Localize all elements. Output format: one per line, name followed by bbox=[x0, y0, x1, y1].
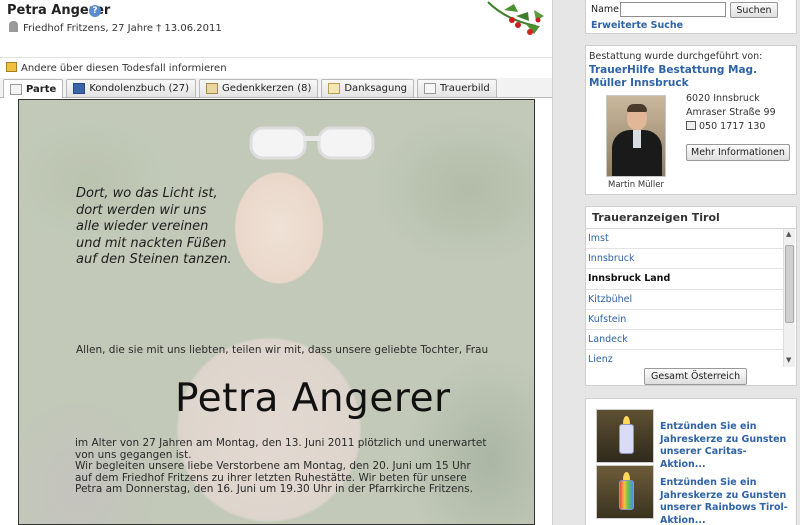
cemetery-text: Friedhof Fritzens, 27 Jahre † 13.06.2011 bbox=[23, 23, 222, 34]
candle-icon bbox=[206, 83, 219, 94]
region-item-lienz[interactable]: Lienz bbox=[586, 350, 783, 367]
region-item-innsbruck-land[interactable]: Innsbruck Land bbox=[586, 269, 783, 290]
address-phone: 050 1717 130 bbox=[686, 120, 776, 134]
inform-others-label: Andere über diesen Todesfall informieren bbox=[21, 63, 227, 74]
tab-label: Danksagung bbox=[344, 83, 408, 94]
notice-body: im Alter von 27 Jahren am Montag, den 13… bbox=[75, 437, 530, 496]
tab-bar: Parte Kondolenzbuch (27) Gedenkkerzen (8… bbox=[0, 78, 552, 98]
thanks-icon bbox=[328, 83, 341, 94]
inform-others-link[interactable]: Andere über diesen Todesfall informieren bbox=[0, 58, 552, 78]
tab-gedenkkerzen[interactable]: Gedenkkerzen (8) bbox=[199, 79, 319, 97]
sunglasses-image bbox=[249, 126, 375, 160]
portrait-shirt bbox=[633, 130, 641, 148]
regions-scrollbar[interactable]: ▲ ▼ bbox=[783, 229, 795, 367]
candle-promo-link[interactable]: Entzünden Sie ein Jahreskerze zu Gunsten… bbox=[660, 477, 792, 525]
poem-line: dort werden wir uns bbox=[76, 202, 207, 218]
scroll-down-icon[interactable]: ▼ bbox=[786, 356, 791, 364]
undertaker-name-link[interactable]: TrauerHilfe Bestattung Mag. Müller Innsb… bbox=[589, 64, 789, 90]
candle-promo-rainbows: Entzünden Sie ein Jahreskerze zu Gunsten… bbox=[596, 465, 794, 525]
phone-number: 050 1717 130 bbox=[699, 121, 766, 132]
portrait-hair bbox=[627, 104, 647, 112]
region-item-innsbruck[interactable]: Innsbruck bbox=[586, 249, 783, 270]
undertaker-intro: Bestattung wurde durchgeführt von: bbox=[589, 51, 763, 62]
tab-label: Trauerbild bbox=[440, 83, 490, 94]
page-header: Petra Angerer ? Friedhof Fritzens, 27 Ja… bbox=[0, 0, 552, 58]
phone-icon bbox=[686, 121, 696, 130]
scrollbar-thumb[interactable] bbox=[785, 245, 794, 323]
search-label: Name: bbox=[591, 4, 623, 15]
tab-label: Parte bbox=[26, 83, 57, 95]
candle-icon bbox=[619, 480, 634, 510]
notice-body-line: im Alter von 27 Jahren am Montag, den 13… bbox=[75, 437, 487, 449]
poem-line: auf den Steinen tanzen. bbox=[76, 252, 232, 267]
picture-icon bbox=[424, 83, 437, 94]
all-austria-button[interactable]: Gesamt Österreich bbox=[644, 368, 748, 385]
poem: Dort, wo das Licht ist, dort werden wir … bbox=[76, 186, 232, 269]
cemetery-info: Friedhof Fritzens, 27 Jahre † 13.06.2011 bbox=[9, 21, 222, 34]
advanced-search-link[interactable]: Erweiterte Suche bbox=[591, 20, 683, 31]
address-street: Amraser Straße 99 bbox=[686, 107, 776, 118]
poem-line: alle wieder vereinen bbox=[76, 219, 209, 234]
book-icon bbox=[73, 83, 86, 94]
poem-line: und mit nackten Füßen bbox=[76, 235, 227, 251]
main-column: Petra Angerer ? Friedhof Fritzens, 27 Ja… bbox=[0, 0, 553, 525]
sidebar: Name: Suchen Erweiterte Suche Bestattung… bbox=[553, 0, 800, 525]
search-button[interactable]: Suchen bbox=[730, 2, 778, 18]
region-item-kufstein[interactable]: Kufstein bbox=[586, 310, 783, 330]
tab-content: Dort, wo das Licht ist, dort werden wir … bbox=[0, 99, 552, 525]
tab-kondolenzbuch[interactable]: Kondolenzbuch (27) bbox=[66, 79, 197, 97]
notice-body-line: Petra am Donnerstag, den 16. Juni um 19.… bbox=[75, 483, 473, 496]
tab-parte[interactable]: Parte bbox=[3, 79, 64, 98]
candles-panel: Entzünden Sie ein Jahreskerze zu Gunsten… bbox=[585, 398, 797, 525]
holly-decoration-icon bbox=[487, 1, 544, 35]
notice-icon bbox=[10, 83, 22, 95]
region-item-kitzbuehel[interactable]: Kitzbühel bbox=[586, 290, 783, 310]
tab-label: Gedenkkerzen (8) bbox=[222, 83, 312, 94]
portrait-caption: Martin Müller bbox=[608, 180, 664, 190]
region-item-landeck[interactable]: Landeck bbox=[586, 330, 783, 351]
deceased-name: Petra Angerer bbox=[175, 376, 451, 421]
tab-label: Kondolenzbuch (27) bbox=[89, 83, 190, 94]
region-item-imst[interactable]: Imst bbox=[586, 229, 783, 250]
tab-trauerbild[interactable]: Trauerbild bbox=[417, 79, 497, 97]
gravestone-icon bbox=[9, 21, 18, 32]
envelope-icon bbox=[6, 62, 17, 72]
candle-promo-link[interactable]: Entzünden Sie ein Jahreskerze zu Gunsten… bbox=[660, 421, 792, 471]
regions-title: Traueranzeigen Tirol bbox=[586, 207, 796, 229]
scroll-up-icon[interactable]: ▲ bbox=[786, 230, 791, 238]
help-icon[interactable]: ? bbox=[89, 5, 101, 17]
more-info-button[interactable]: Mehr Informationen bbox=[686, 144, 790, 161]
notice-intro: Allen, die sie mit uns liebten, teilen w… bbox=[76, 344, 489, 356]
candle-icon bbox=[619, 424, 634, 454]
candle-thumbnail[interactable] bbox=[596, 465, 654, 519]
search-panel: Name: Suchen Erweiterte Suche bbox=[585, 0, 797, 34]
undertaker-panel: Bestattung wurde durchgeführt von: Traue… bbox=[585, 45, 797, 195]
undertaker-portrait bbox=[606, 95, 666, 177]
candle-thumbnail[interactable] bbox=[596, 409, 654, 463]
undertaker-address: 6020 Innsbruck Amraser Straße 99 050 171… bbox=[686, 92, 776, 134]
regions-list: Imst Innsbruck Innsbruck Land Kitzbühel … bbox=[586, 229, 783, 367]
tab-danksagung[interactable]: Danksagung bbox=[321, 79, 415, 97]
obituary-notice: Dort, wo das Licht ist, dort werden wir … bbox=[18, 99, 535, 525]
search-input[interactable] bbox=[620, 2, 726, 17]
address-city: 6020 Innsbruck bbox=[686, 93, 760, 104]
regions-panel: Traueranzeigen Tirol Imst Innsbruck Inns… bbox=[585, 206, 797, 386]
candle-promo-caritas: Entzünden Sie ein Jahreskerze zu Gunsten… bbox=[596, 409, 794, 470]
poem-line: Dort, wo das Licht ist, bbox=[76, 186, 218, 201]
